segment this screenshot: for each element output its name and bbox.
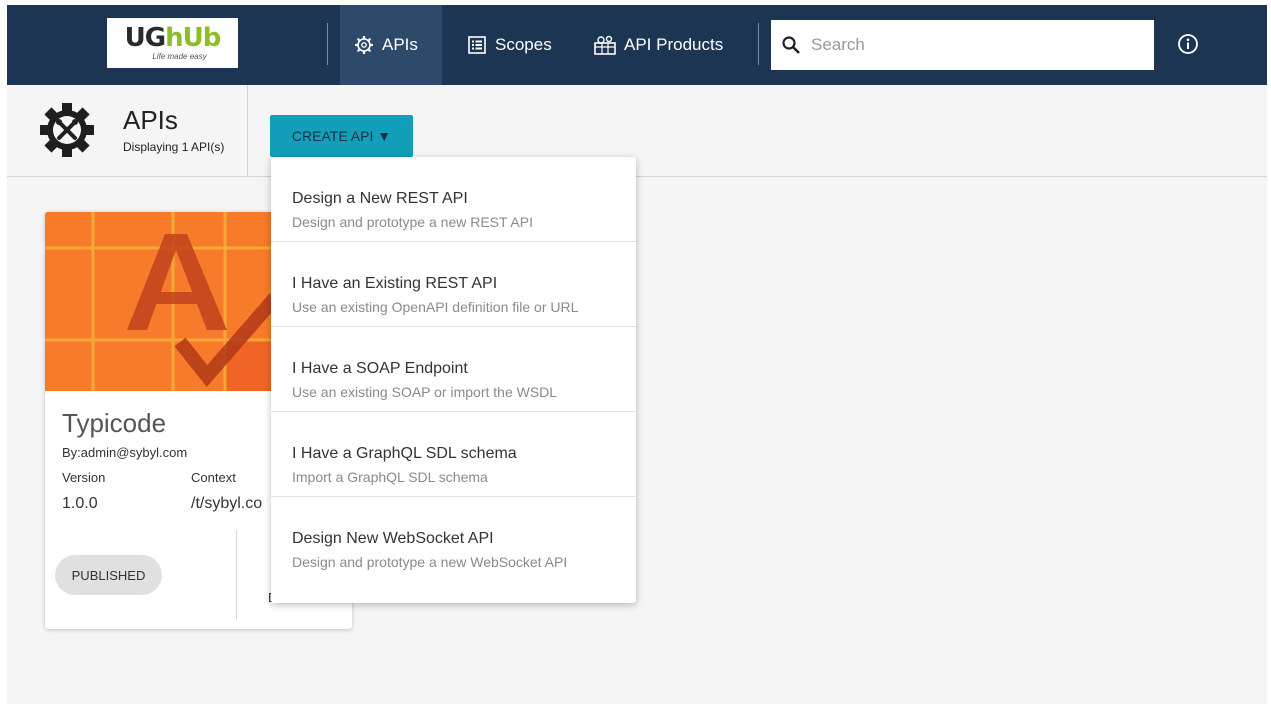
page-header: APIs Displaying 1 API(s) bbox=[7, 85, 1267, 177]
menu-item-websocket-api[interactable]: Design New WebSocket API Design and prot… bbox=[271, 497, 636, 582]
logo-text-hub: hUb bbox=[165, 23, 221, 53]
create-api-menu: Design a New REST API Design and prototy… bbox=[271, 157, 636, 603]
menu-item-description: Design and prototype a new REST API bbox=[292, 214, 533, 230]
menu-item-description: Use an existing SOAP or import the WSDL bbox=[292, 384, 558, 400]
version-label: Version bbox=[62, 470, 106, 485]
status-badge: PUBLISHED bbox=[55, 555, 162, 595]
menu-item-graphql-schema[interactable]: I Have a GraphQL SDL schema Import a Gra… bbox=[271, 412, 636, 497]
page-title: APIs bbox=[123, 105, 178, 135]
api-count-text: Displaying 1 API(s) bbox=[123, 140, 225, 154]
nav-item-scopes-label: Scopes bbox=[495, 35, 552, 54]
gear-icon bbox=[355, 36, 373, 54]
info-icon[interactable] bbox=[1177, 33, 1199, 55]
logo-wordmark: UGhUb bbox=[124, 23, 222, 53]
menu-item-existing-rest-api[interactable]: I Have an Existing REST API Use an exist… bbox=[271, 242, 636, 327]
search-input[interactable] bbox=[811, 35, 1131, 55]
top-navbar: UGhUb Life made easy APIs Scopes API Pro… bbox=[7, 5, 1267, 85]
menu-item-title: I Have a GraphQL SDL schema bbox=[292, 445, 517, 462]
api-name[interactable]: Typicode bbox=[62, 408, 166, 439]
menu-item-new-rest-api[interactable]: Design a New REST API Design and prototy… bbox=[271, 157, 636, 242]
nav-divider bbox=[758, 23, 759, 65]
api-products-icon bbox=[594, 35, 616, 55]
menu-item-description: Design and prototype a new WebSocket API bbox=[292, 554, 568, 570]
app-frame: UGhUb Life made easy APIs Scopes API Pro… bbox=[7, 5, 1267, 704]
context-value: /t/sybyl.co bbox=[191, 495, 263, 512]
search-icon bbox=[782, 36, 800, 54]
nav-item-apis[interactable]: APIs bbox=[340, 5, 442, 85]
menu-item-title: I Have an Existing REST API bbox=[292, 275, 498, 292]
nav-item-api-products[interactable]: API Products bbox=[580, 5, 737, 85]
context-label: Context bbox=[191, 470, 236, 485]
menu-item-soap-endpoint[interactable]: I Have a SOAP Endpoint Use an existing S… bbox=[271, 327, 636, 412]
create-api-button[interactable]: CREATE API ▼ bbox=[270, 115, 413, 157]
logo-tagline: Life made easy bbox=[152, 52, 207, 61]
search-box[interactable] bbox=[771, 20, 1154, 70]
logo-text-ug: UG bbox=[124, 23, 166, 53]
card-divider bbox=[236, 530, 237, 620]
api-owner: By:admin@sybyl.com bbox=[62, 445, 188, 460]
menu-item-title: I Have a SOAP Endpoint bbox=[292, 360, 468, 377]
nav-divider bbox=[327, 23, 328, 65]
menu-item-description: Import a GraphQL SDL schema bbox=[292, 469, 488, 485]
nav-item-apis-label: APIs bbox=[382, 35, 418, 54]
version-value: 1.0.0 bbox=[62, 495, 98, 512]
nav-item-scopes[interactable]: Scopes bbox=[453, 5, 566, 85]
menu-item-description: Use an existing OpenAPI definition file … bbox=[292, 299, 579, 315]
api-gear-icon bbox=[40, 103, 94, 157]
list-icon bbox=[468, 36, 486, 54]
nav-item-api-products-label: API Products bbox=[624, 35, 724, 54]
menu-item-title: Design New WebSocket API bbox=[292, 530, 494, 547]
menu-item-title: Design a New REST API bbox=[292, 190, 468, 207]
brand-logo[interactable]: UGhUb Life made easy bbox=[107, 18, 238, 68]
header-divider bbox=[247, 85, 248, 177]
